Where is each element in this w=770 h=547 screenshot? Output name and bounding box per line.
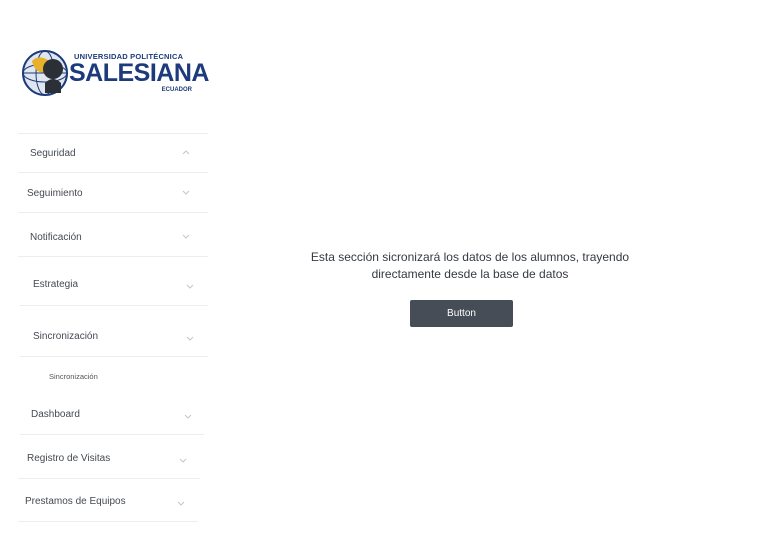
university-logo: UNIVERSIDAD POLITÉCNICA SALESIANA ECUADO… — [22, 47, 209, 99]
sidebar-item-label: Registro de Visitas — [27, 453, 111, 464]
sidebar-item-registro-visitas[interactable]: Registro de Visitas — [18, 435, 200, 478]
chevron-up-icon — [182, 149, 190, 157]
chevron-down-icon — [182, 188, 190, 196]
sidebar-item-label: Dashboard — [31, 409, 80, 420]
chevron-down-icon — [182, 232, 190, 240]
sidebar-item-label: Seguridad — [30, 148, 76, 159]
sidebar-item-sincronizacion[interactable]: Sincronización — [20, 306, 208, 356]
sync-button[interactable]: Button — [410, 300, 513, 327]
chevron-down-icon — [177, 499, 185, 507]
sidebar-item-estrategia[interactable]: Estrategia — [20, 257, 208, 305]
sidebar-item-dashboard[interactable]: Dashboard — [20, 396, 204, 434]
chevron-down-icon — [184, 412, 192, 420]
sidebar-item-label: Estrategia — [33, 279, 79, 290]
sidebar: UNIVERSIDAD POLITÉCNICA SALESIANA ECUADO… — [0, 0, 215, 547]
divider — [18, 521, 198, 522]
sidebar-subitem-sincronizacion[interactable]: Sincronización — [49, 372, 98, 381]
logo-name-text: SALESIANA — [69, 59, 209, 87]
sync-description: Esta sección sicronizará los datos de lo… — [310, 250, 630, 281]
chevron-down-icon — [186, 282, 194, 290]
sidebar-item-label: Sincronización — [33, 331, 99, 342]
sidebar-item-label: Seguimiento — [27, 188, 83, 199]
divider — [20, 356, 208, 357]
globe-icon — [22, 50, 68, 96]
sidebar-item-label: Prestamos de Equipos — [25, 496, 126, 507]
sidebar-item-prestamos-equipos[interactable]: Prestamos de Equipos — [18, 479, 198, 521]
chevron-down-icon — [179, 456, 187, 464]
sidebar-item-notificacion[interactable]: Notificación — [18, 213, 208, 256]
sidebar-item-label: Notificación — [30, 232, 82, 243]
logo-country-text: ECUADOR — [161, 87, 192, 93]
sidebar-item-seguridad[interactable]: Seguridad — [18, 134, 208, 172]
chevron-down-icon — [186, 334, 194, 342]
sidebar-item-seguimiento[interactable]: Seguimiento — [18, 173, 208, 212]
